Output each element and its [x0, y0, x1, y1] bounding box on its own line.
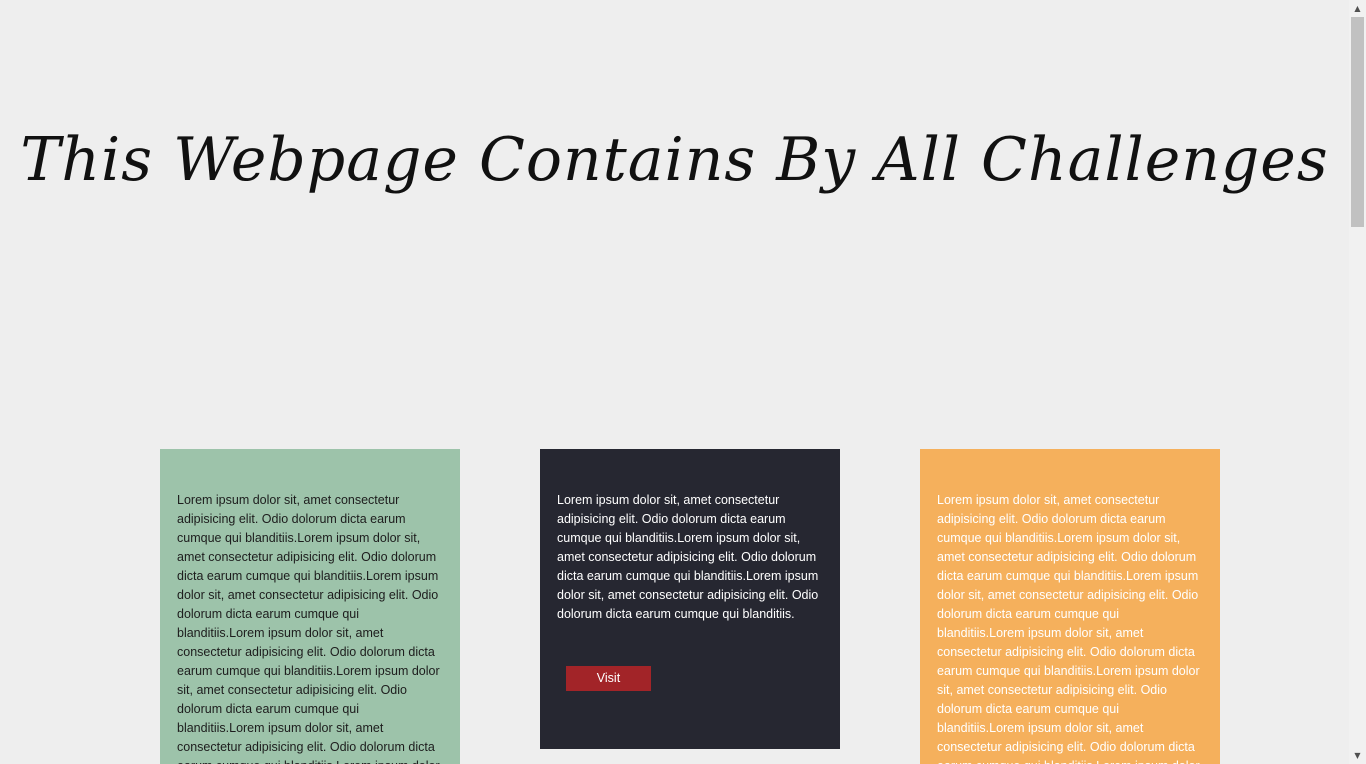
card-text: Lorem ipsum dolor sit, amet consectetur …	[557, 493, 819, 621]
page-title: This Webpage Contains By All Challenges	[20, 125, 1329, 195]
scrollbar-thumb[interactable]	[1351, 17, 1364, 227]
page: This Webpage Contains By All Challenges …	[0, 0, 1349, 764]
card-dark: Lorem ipsum dolor sit, amet consectetur …	[540, 449, 840, 749]
card-text: Lorem ipsum dolor sit, amet consectetur …	[937, 493, 1200, 764]
arrow-down-icon[interactable]: ▼	[1349, 747, 1366, 764]
arrow-up-icon[interactable]: ▲	[1349, 0, 1366, 17]
visit-button[interactable]: Visit	[566, 666, 651, 691]
card-orange: Lorem ipsum dolor sit, amet consectetur …	[920, 449, 1220, 764]
vertical-scrollbar[interactable]: ▲ ▼	[1349, 0, 1366, 764]
card-green: Lorem ipsum dolor sit, amet consectetur …	[160, 449, 460, 764]
card-text: Lorem ipsum dolor sit, amet consectetur …	[177, 493, 440, 764]
